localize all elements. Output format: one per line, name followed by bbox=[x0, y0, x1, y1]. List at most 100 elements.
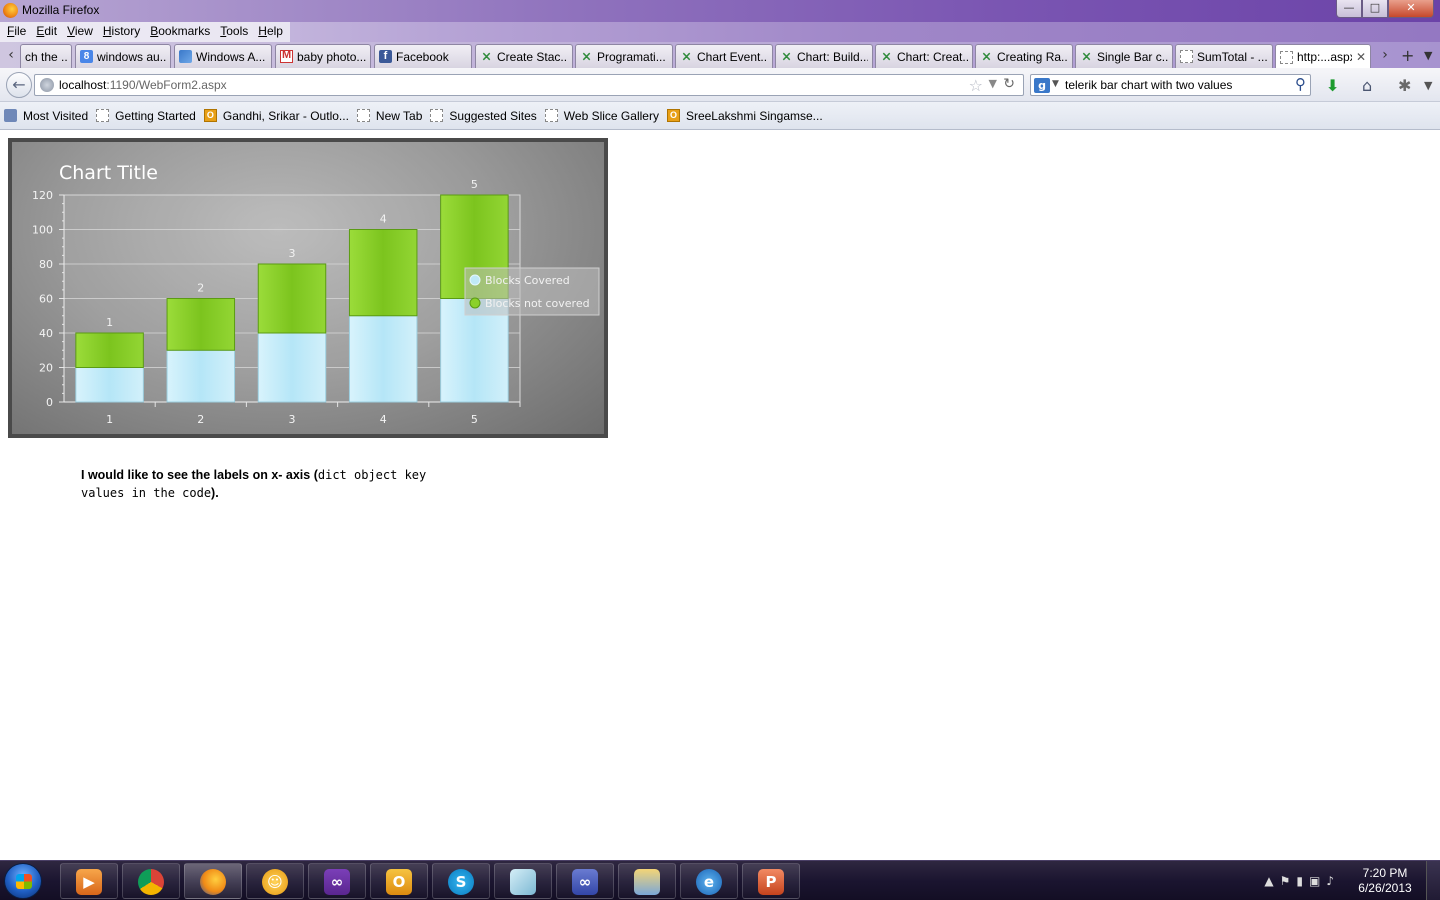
reload-icon[interactable]: ↻ bbox=[1003, 76, 1015, 92]
url-history-dropdown-icon[interactable]: ▼ bbox=[989, 77, 997, 90]
tab-6[interactable]: ⨯ Create Stac... bbox=[475, 44, 573, 68]
taskbar-chrome-button[interactable] bbox=[122, 863, 180, 899]
addon-icon[interactable]: ✱ bbox=[1398, 76, 1411, 95]
tab-1[interactable]: ch the ... bbox=[20, 44, 72, 68]
taskbar-internet-explorer-button[interactable]: e bbox=[680, 863, 738, 899]
bookmark-item[interactable]: Suggested Sites bbox=[430, 109, 537, 123]
tab-7[interactable]: ⨯ Programati... bbox=[575, 44, 673, 68]
y-tick-label: 40 bbox=[39, 327, 53, 340]
clock[interactable]: 7:20 PM 6/26/2013 bbox=[1350, 866, 1420, 896]
minimize-button[interactable]: — bbox=[1336, 0, 1362, 18]
bookmark-star-icon[interactable]: ☆ bbox=[969, 76, 983, 95]
tab-10[interactable]: ⨯ Chart: Creat... bbox=[875, 44, 973, 68]
tab-label: Windows A... bbox=[196, 49, 266, 64]
menu-edit[interactable]: Edit bbox=[31, 22, 62, 42]
taskbar-infinity-button[interactable]: ∞ bbox=[556, 863, 614, 899]
windows-logo-icon bbox=[16, 874, 32, 889]
tab-scroll-left-icon[interactable]: ‹ bbox=[2, 45, 20, 67]
search-magnifier-icon[interactable]: ⚲ bbox=[1295, 75, 1306, 93]
tab-9[interactable]: ⨯ Chart: Build... bbox=[775, 44, 873, 68]
telerik-favicon-icon: ⨯ bbox=[681, 49, 692, 63]
tray-icons[interactable]: ▲⚑▮▣♪ bbox=[1264, 874, 1340, 888]
bookmark-label: Web Slice Gallery bbox=[563, 108, 659, 123]
menu-bookmarks[interactable]: Bookmarks bbox=[145, 22, 215, 42]
mv-bookmark-icon bbox=[4, 109, 17, 122]
downloads-icon[interactable]: ⬇ bbox=[1326, 76, 1339, 95]
tab-label: Chart: Creat... bbox=[897, 49, 968, 64]
y-tick-label: 120 bbox=[32, 189, 53, 202]
menu-list: File Edit View History Bookmarks Tools Help bbox=[0, 22, 290, 42]
legend-marker bbox=[469, 297, 481, 309]
bar-not-covered bbox=[75, 332, 144, 368]
bar-covered bbox=[257, 332, 327, 403]
y-tick-label: 20 bbox=[39, 362, 53, 375]
tab-strip: ‹ ch the ... 8 windows au... Windows A... ba… bbox=[0, 42, 1440, 69]
google-search-engine-icon[interactable]: g bbox=[1034, 78, 1050, 93]
bookmark-item[interactable]: Web Slice Gallery bbox=[544, 108, 659, 123]
site-identity-icon[interactable] bbox=[40, 78, 54, 92]
tab-2[interactable]: 8 windows au... bbox=[75, 44, 171, 68]
menu-view[interactable]: View bbox=[62, 22, 98, 42]
maximize-button[interactable]: □ bbox=[1362, 0, 1388, 18]
taskbar-visual-studio-button[interactable]: ∞ bbox=[308, 863, 366, 899]
blank-bookmark-icon bbox=[544, 109, 558, 122]
internet-explorer-icon: e bbox=[696, 869, 722, 895]
outlook-bookmark-icon: O bbox=[666, 109, 680, 122]
taskbar-outlook-button[interactable]: O bbox=[370, 863, 428, 899]
tab-11[interactable]: ⨯ Creating Ra... bbox=[975, 44, 1073, 68]
taskbar-media-player-button[interactable]: ▶ bbox=[60, 863, 118, 899]
tab-label: Single Bar c... bbox=[1097, 49, 1168, 64]
bookmark-item[interactable]: New Tab bbox=[356, 109, 422, 123]
search-engine-dropdown-icon[interactable]: ▼ bbox=[1052, 79, 1059, 89]
close-tab-icon[interactable]: ✕ bbox=[1356, 50, 1366, 64]
tab-label: Programati... bbox=[597, 49, 666, 64]
address-bar[interactable]: localhost:1190/WebForm2.aspx ☆ ▼ ↻ bbox=[34, 74, 1024, 96]
tab-12[interactable]: ⨯ Single Bar c... bbox=[1075, 44, 1173, 68]
taskbar-file-manager-button[interactable] bbox=[618, 863, 676, 899]
bookmark-item[interactable]: Getting Started bbox=[96, 109, 196, 123]
telerik-favicon-icon: ⨯ bbox=[781, 49, 792, 63]
bookmark-label: Most Visited bbox=[23, 108, 89, 123]
back-button[interactable]: ← bbox=[6, 72, 32, 98]
tab-scroll-right-icon[interactable]: › bbox=[1376, 45, 1394, 67]
navigation-bar: ← localhost:1190/WebForm2.aspx ☆ ▼ ↻ g ▼… bbox=[0, 68, 1440, 102]
bar-not-covered bbox=[348, 229, 418, 317]
menu-help[interactable]: Help bbox=[253, 22, 288, 42]
taskbar-messenger-button[interactable]: ☺ bbox=[246, 863, 304, 899]
close-window-button[interactable]: ✕ bbox=[1388, 0, 1434, 18]
tab-label: ch the ... bbox=[25, 49, 67, 64]
y-tick-label: 80 bbox=[39, 258, 53, 271]
toolbar-overflow-icon[interactable]: ▼ bbox=[1424, 79, 1432, 92]
tab-13[interactable]: SumTotal - ... bbox=[1175, 44, 1273, 68]
tab-3[interactable]: Windows A... bbox=[174, 44, 272, 68]
search-box[interactable]: g ▼ telerik bar chart with two values ⚲ bbox=[1030, 74, 1311, 96]
search-query: telerik bar chart with two values bbox=[1065, 78, 1233, 92]
bookmark-item[interactable]: Most Visited bbox=[4, 109, 88, 123]
tab-4[interactable]: baby photo... bbox=[275, 44, 371, 68]
blank-bookmark-icon bbox=[356, 109, 370, 122]
address-text: localhost:1190/WebForm2.aspx bbox=[59, 78, 227, 92]
clock-date: 6/26/2013 bbox=[1358, 881, 1412, 895]
taskbar-powerpoint-button[interactable]: P bbox=[742, 863, 800, 899]
tab-label: SumTotal - ... bbox=[1197, 49, 1268, 64]
taskbar-skype-button[interactable]: S bbox=[432, 863, 490, 899]
chart-title: Chart Title bbox=[59, 162, 158, 184]
show-desktop-button[interactable] bbox=[1426, 861, 1440, 900]
infinity-icon: ∞ bbox=[572, 869, 598, 895]
taskbar-notepad-button[interactable] bbox=[494, 863, 552, 899]
tab-5[interactable]: f Facebook bbox=[374, 44, 472, 68]
menu-history[interactable]: History bbox=[98, 22, 145, 42]
home-icon[interactable]: ⌂ bbox=[1362, 76, 1372, 95]
list-all-tabs-icon[interactable]: ▼ bbox=[1424, 49, 1432, 62]
bookmark-item[interactable]: O SreeLakshmi Singamse... bbox=[666, 109, 823, 123]
skype-icon: S bbox=[448, 869, 474, 895]
menu-file[interactable]: File bbox=[2, 22, 31, 42]
menu-tools[interactable]: Tools bbox=[215, 22, 253, 42]
tab-8[interactable]: ⨯ Chart Event... bbox=[675, 44, 773, 68]
taskbar-firefox-button[interactable] bbox=[184, 863, 242, 899]
bookmark-item[interactable]: O Gandhi, Srikar - Outlo... bbox=[203, 109, 349, 123]
new-tab-icon[interactable]: + bbox=[1401, 46, 1414, 65]
tab-label: windows au... bbox=[97, 49, 166, 64]
tab-14[interactable]: http:...aspx ✕ bbox=[1275, 44, 1371, 69]
start-button[interactable] bbox=[4, 863, 42, 899]
